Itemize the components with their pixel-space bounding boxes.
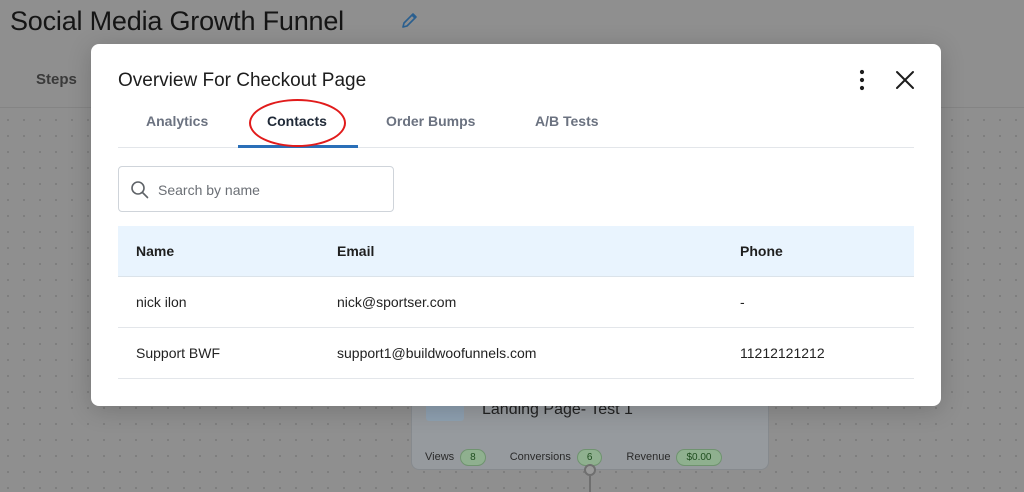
tab-analytics[interactable]: Analytics xyxy=(146,113,208,129)
search-icon xyxy=(131,181,149,199)
stat-badge: 6 xyxy=(576,448,603,466)
modal-title: Overview For Checkout Page xyxy=(118,70,367,91)
modal-tabs: Analytics Contacts Order Bumps A/B Tests xyxy=(118,104,914,148)
contact-phone: 11212121212 xyxy=(740,345,825,361)
search-input[interactable] xyxy=(158,180,378,200)
tab-ab-tests[interactable]: A/B Tests xyxy=(535,113,599,129)
contacts-table: Name Email Phone nick ilon nick@sportser… xyxy=(118,226,914,379)
search-box[interactable] xyxy=(118,166,394,212)
table-row[interactable]: nick ilon nick@sportser.com - xyxy=(118,277,914,328)
overview-modal: Overview For Checkout Page Analytics Con… xyxy=(91,44,941,406)
more-vertical-icon[interactable] xyxy=(855,68,869,92)
column-header-phone: Phone xyxy=(740,243,783,259)
contact-name: nick ilon xyxy=(136,294,187,310)
connector-node[interactable] xyxy=(584,464,596,476)
highlight-circle xyxy=(249,99,346,147)
contact-name: Support BWF xyxy=(136,345,221,361)
stat-badge: $0.00 xyxy=(676,448,722,466)
stat-label: Views xyxy=(425,451,455,463)
connector-line xyxy=(589,476,591,492)
stat-label: Revenue xyxy=(626,451,671,463)
tab-order-bumps[interactable]: Order Bumps xyxy=(386,113,475,129)
stat-label: Conversions xyxy=(509,451,571,463)
table-header: Name Email Phone xyxy=(118,226,914,277)
column-header-name: Name xyxy=(136,243,175,259)
table-row[interactable]: Support BWF support1@buildwoofunnels.com… xyxy=(118,328,914,379)
pencil-icon[interactable] xyxy=(400,10,420,30)
contact-email: nick@sportser.com xyxy=(337,294,457,310)
funnel-title: Social Media Growth Funnel xyxy=(10,6,344,36)
stat-badge: 8 xyxy=(460,448,486,466)
column-header-email: Email xyxy=(337,243,375,259)
contact-email: support1@buildwoofunnels.com xyxy=(337,345,537,361)
contact-phone: - xyxy=(740,294,745,310)
tab-steps[interactable]: Steps xyxy=(36,71,77,88)
close-icon[interactable] xyxy=(894,69,916,91)
